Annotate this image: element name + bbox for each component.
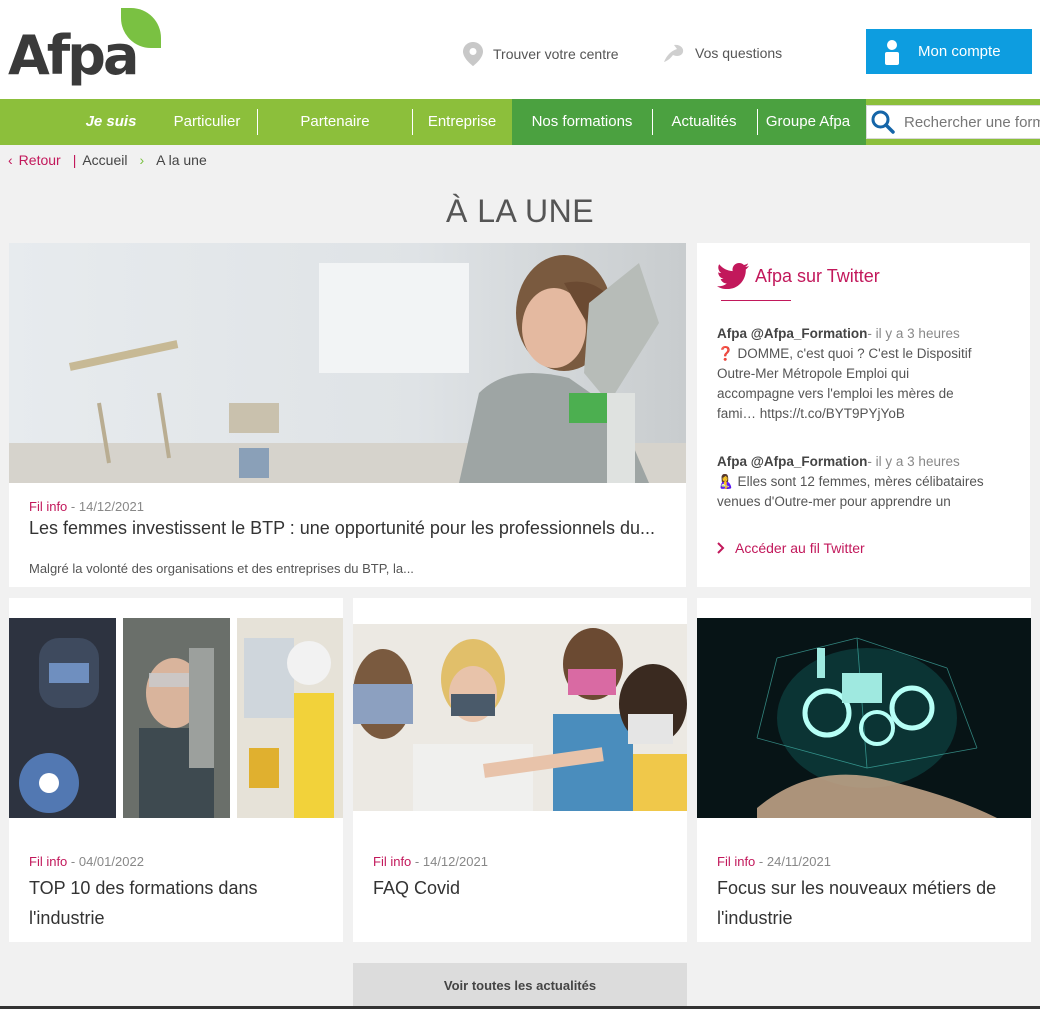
featured-excerpt: Malgré la volonté des organisations et d…	[29, 561, 414, 576]
tweet-time: - il y a 3 heures	[867, 454, 960, 469]
article-meta: Fil info - 24/11/2021	[717, 854, 831, 869]
tweet-item[interactable]: Afpa @Afpa_Formation- il y a 3 heures 🤱 …	[717, 452, 987, 512]
find-center-label: Trouver votre centre	[493, 46, 619, 62]
nav-item-groupe-afpa[interactable]: Groupe Afpa	[760, 99, 856, 145]
questions-label: Vos questions	[695, 45, 783, 61]
tweet-time: - il y a 3 heures	[867, 326, 960, 341]
site-header: Afpa Trouver votre centre Vos questions …	[0, 0, 1040, 99]
logo-text: Afpa	[8, 24, 139, 87]
account-button[interactable]: Mon compte	[866, 29, 1032, 74]
article-card[interactable]: Fil info - 14/12/2021 FAQ Covid	[353, 598, 687, 942]
twitter-heading-text: Afpa sur Twitter	[755, 265, 880, 286]
tweet-item[interactable]: Afpa @Afpa_Formation- il y a 3 heures ❓ …	[717, 324, 987, 424]
nav-item-actualites[interactable]: Actualités	[660, 99, 748, 145]
featured-meta: Fil info - 14/12/2021	[29, 499, 144, 514]
article-title[interactable]: FAQ Covid	[373, 873, 669, 903]
chevron-right-icon	[717, 542, 725, 554]
article-date: - 14/12/2021	[70, 499, 144, 514]
nav-divider	[652, 109, 653, 135]
chevron-left-icon: ‹	[8, 152, 13, 168]
industry-jobs-image	[697, 618, 1031, 818]
article-title[interactable]: Focus sur les nouveaux métiers de l'indu…	[717, 873, 1013, 933]
afpa-logo[interactable]: Afpa	[8, 8, 168, 92]
location-pin-icon	[463, 42, 483, 66]
tweet-text: ❓ DOMME, c'est quoi ? C'est le Dispositi…	[717, 346, 972, 421]
nav-item-particulier[interactable]: Particulier	[160, 99, 254, 145]
breadcrumb: ‹ Retour | Accueil › A la une	[8, 152, 207, 168]
industry-training-image	[9, 618, 343, 818]
breadcrumb-home[interactable]: Accueil	[82, 152, 127, 168]
back-link[interactable]: Retour	[19, 152, 61, 168]
featured-article-card[interactable]: Fil info - 14/12/2021 Les femmes investi…	[9, 243, 686, 587]
category-tag[interactable]: Fil info	[373, 854, 411, 869]
article-meta: Fil info - 14/12/2021	[373, 854, 488, 869]
all-news-button[interactable]: Voir toutes les actualités	[353, 963, 687, 1009]
nav-divider	[257, 109, 258, 135]
article-title[interactable]: TOP 10 des formations dans l'industrie	[29, 873, 325, 933]
category-tag[interactable]: Fil info	[717, 854, 755, 869]
nav-item-partenaire[interactable]: Partenaire	[270, 99, 400, 145]
article-card[interactable]: Fil info - 24/11/2021 Focus sur les nouv…	[697, 598, 1031, 942]
user-icon	[885, 39, 899, 65]
chevron-right-icon: ›	[139, 152, 145, 168]
twitter-feed-link[interactable]: Accéder au fil Twitter	[717, 540, 865, 556]
category-tag[interactable]: Fil info	[29, 854, 67, 869]
twitter-widget: Afpa sur Twitter Afpa @Afpa_Formation- i…	[697, 243, 1030, 587]
tweet-author[interactable]: Afpa @Afpa_Formation	[717, 326, 867, 341]
category-tag[interactable]: Fil info	[29, 499, 67, 514]
breadcrumb-current: A la une	[156, 152, 207, 168]
account-label: Mon compte	[918, 43, 1001, 60]
nav-item-entreprise[interactable]: Entreprise	[420, 99, 504, 145]
article-date: - 14/12/2021	[414, 854, 488, 869]
nav-divider	[412, 109, 413, 135]
nav-divider	[757, 109, 758, 135]
twitter-bird-icon	[717, 263, 749, 289]
tweet-text: 🤱 Elles sont 12 femmes, mères célibatair…	[717, 474, 984, 509]
search-icon[interactable]	[870, 109, 896, 135]
main-nav: Je suis Particulier Partenaire Entrepris…	[0, 99, 1040, 145]
questions-link[interactable]: Vos questions	[661, 42, 782, 64]
breadcrumb-separator: |	[72, 152, 77, 168]
find-center-link[interactable]: Trouver votre centre	[463, 42, 619, 66]
article-card[interactable]: Fil info - 04/01/2022 TOP 10 des formati…	[9, 598, 343, 942]
article-meta: Fil info - 04/01/2022	[29, 854, 144, 869]
covid-image	[353, 624, 687, 811]
twitter-heading: Afpa sur Twitter	[717, 263, 880, 289]
article-date: - 24/11/2021	[758, 854, 831, 869]
featured-image	[9, 243, 686, 483]
article-date: - 04/01/2022	[70, 854, 144, 869]
heading-underline	[721, 300, 791, 301]
nav-item-formations[interactable]: Nos formations	[522, 99, 642, 145]
twitter-feed-label: Accéder au fil Twitter	[735, 540, 865, 556]
tweet-author[interactable]: Afpa @Afpa_Formation	[717, 454, 867, 469]
nav-je-suis: Je suis	[85, 113, 137, 130]
chat-bubble-icon	[664, 44, 684, 62]
search-box	[866, 105, 1040, 139]
featured-title[interactable]: Les femmes investissent le BTP : une opp…	[29, 516, 668, 540]
search-input[interactable]	[904, 113, 1040, 131]
page-title: À LA UNE	[445, 193, 595, 229]
